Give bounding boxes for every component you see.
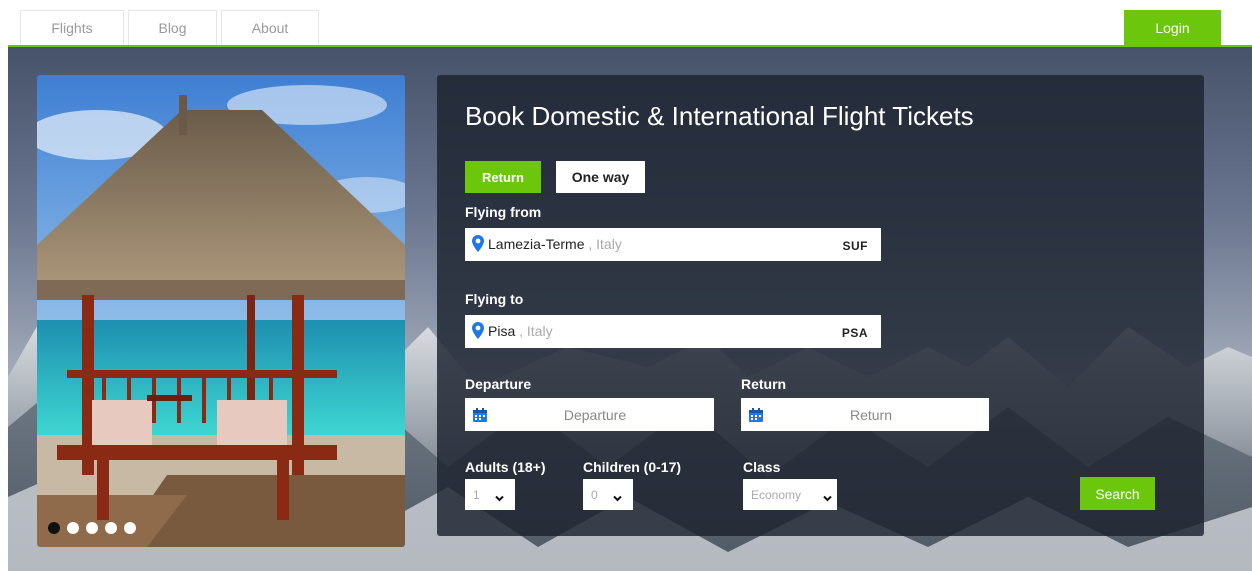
to-country: , Italy — [515, 323, 553, 339]
children-value: 0 — [591, 488, 598, 502]
search-button[interactable]: Search — [1080, 477, 1155, 510]
calendar-icon — [749, 408, 763, 427]
top-navigation: Flights Blog About Login — [0, 0, 1252, 46]
from-country: , Italy — [584, 236, 622, 252]
carousel-dot-4[interactable] — [105, 522, 117, 534]
departure-date-field[interactable] — [465, 398, 714, 431]
booking-title: Book Domestic & International Flight Tic… — [465, 101, 974, 131]
flying-from-label: Flying from — [465, 204, 542, 220]
departure-input[interactable] — [495, 398, 695, 431]
class-select[interactable]: Economy — [743, 479, 837, 510]
map-pin-icon — [472, 235, 484, 257]
one-way-trip-button[interactable]: One way — [556, 161, 645, 193]
booking-panel — [437, 75, 1204, 536]
carousel-indicators — [48, 522, 136, 534]
chevron-down-icon — [495, 491, 504, 505]
flying-to-field[interactable]: Pisa , Italy PSA — [465, 315, 881, 348]
carousel-dot-2[interactable] — [67, 522, 79, 534]
class-value: Economy — [751, 488, 802, 502]
to-airport-code: PSA — [841, 326, 868, 340]
class-label: Class — [743, 459, 781, 475]
flying-from-field[interactable]: Lamezia-Terme , Italy SUF — [465, 228, 881, 261]
image-carousel[interactable] — [37, 75, 405, 547]
tab-about[interactable]: About — [221, 10, 319, 45]
return-input[interactable] — [771, 398, 971, 431]
departure-label: Departure — [465, 376, 532, 392]
tab-flights[interactable]: Flights — [20, 10, 124, 45]
tab-blog[interactable]: Blog — [128, 10, 217, 45]
carousel-dot-1[interactable] — [48, 522, 60, 534]
return-date-field[interactable] — [741, 398, 989, 431]
children-select[interactable]: 0 — [583, 479, 633, 510]
chevron-down-icon — [823, 491, 832, 505]
beach-gazebo-image — [37, 75, 405, 547]
adults-select[interactable]: 1 — [465, 479, 515, 510]
carousel-dot-5[interactable] — [124, 522, 136, 534]
return-trip-button[interactable]: Return — [465, 161, 541, 193]
return-label: Return — [741, 376, 787, 392]
carousel-dot-3[interactable] — [86, 522, 98, 534]
from-city: Lamezia-Terme — [488, 236, 585, 252]
flying-to-label: Flying to — [465, 291, 524, 307]
map-pin-icon — [472, 322, 484, 344]
calendar-icon — [473, 408, 487, 427]
children-label: Children (0-17) — [583, 459, 682, 475]
to-city: Pisa — [488, 323, 516, 339]
adults-value: 1 — [473, 488, 480, 502]
chevron-down-icon — [613, 491, 622, 505]
from-airport-code: SUF — [842, 239, 868, 253]
adults-label: Adults (18+) — [465, 459, 546, 475]
login-button[interactable]: Login — [1124, 10, 1221, 46]
